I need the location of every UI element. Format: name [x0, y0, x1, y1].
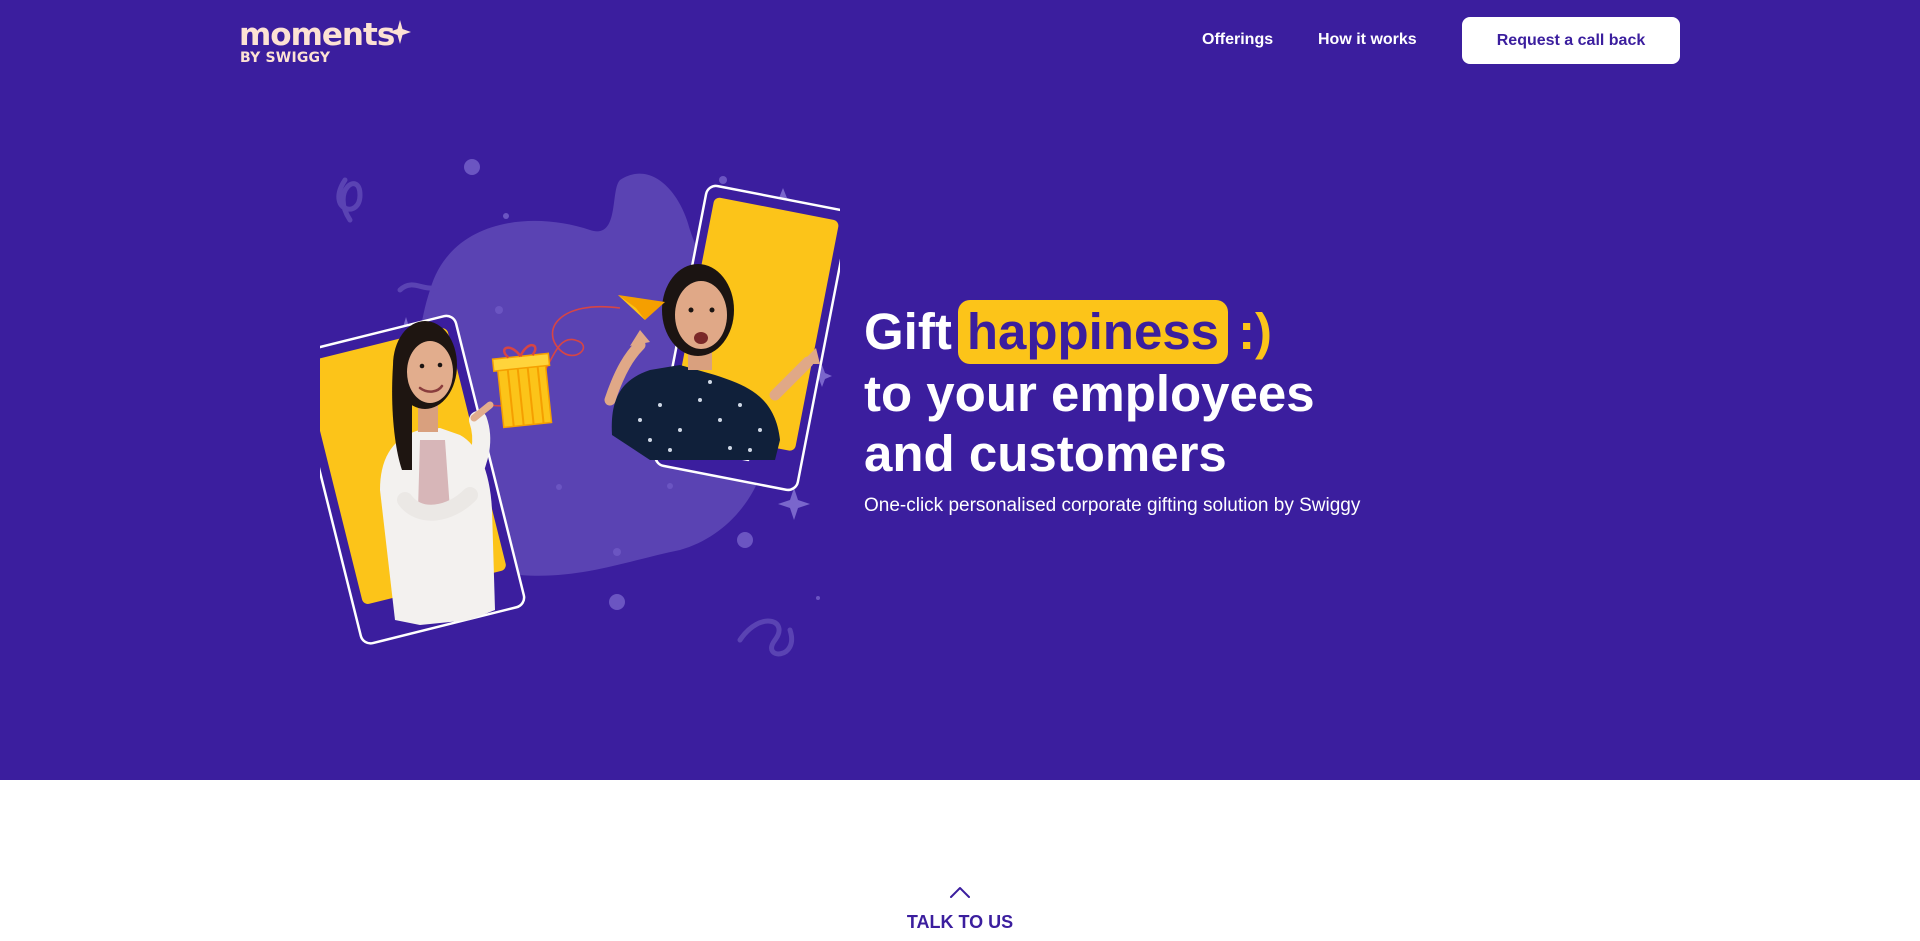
logo-wordmark: moments — [239, 17, 395, 53]
hero-illustration — [320, 159, 840, 657]
headline-line-1: Gift happiness:) — [864, 300, 1564, 364]
hero-headline: Gift happiness:) to your employees and cu… — [864, 300, 1564, 484]
smiley-text: :) — [1238, 303, 1273, 360]
talk-to-us-button[interactable]: TALK TO US — [860, 880, 1060, 940]
headline-line-2: to your employees — [864, 365, 1315, 422]
logo-subtitle: BY SWIGGY — [240, 50, 331, 66]
headline-line-3: and customers — [864, 425, 1227, 482]
talk-to-us-label: TALK TO US — [906, 912, 1014, 932]
headline-gift-word: Gift — [864, 303, 952, 360]
chevron-up-icon — [950, 887, 970, 898]
nav-how-it-works-link[interactable]: How it works — [1318, 30, 1417, 50]
headline-highlight-badge: happiness — [957, 300, 1229, 364]
nav-offerings-link[interactable]: Offerings — [1202, 30, 1273, 50]
moments-logo[interactable]: moments BY SWIGGY — [239, 18, 419, 68]
hero-section: moments BY SWIGGY Offerings How it works… — [0, 0, 1920, 780]
sparkle-icon — [389, 20, 411, 44]
hero-tagline: One-click personalised corporate gifting… — [864, 495, 1361, 516]
request-call-back-button[interactable]: Request a call back — [1462, 17, 1680, 64]
